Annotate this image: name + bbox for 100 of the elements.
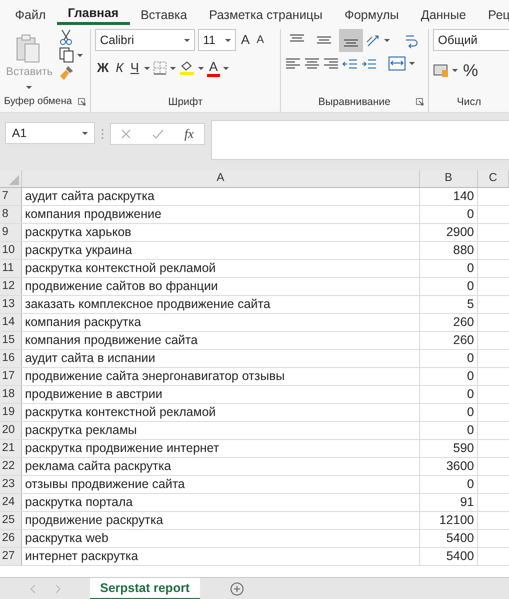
table-cell: 0 xyxy=(420,350,478,367)
table-cell: 0 xyxy=(420,206,478,223)
table-cell: заказать комплексное продвижение сайта xyxy=(22,296,420,313)
table-cell: 12100 xyxy=(420,512,478,529)
table-cell: 0 xyxy=(420,260,478,277)
increase-indent-icon[interactable] xyxy=(360,58,377,70)
number-format-field[interactable]: Общий xyxy=(433,29,509,51)
dialog-launcher-icon[interactable] xyxy=(416,98,424,106)
align-left-icon[interactable] xyxy=(284,57,301,70)
row-header[interactable]: 24 xyxy=(0,494,22,511)
table-cell: раскрутка харьков xyxy=(22,224,420,241)
underline-button[interactable]: Ч xyxy=(128,57,142,79)
row-header[interactable]: 10 xyxy=(0,242,22,259)
insert-function-button[interactable]: fx xyxy=(184,124,194,144)
clipboard-icon xyxy=(16,34,42,64)
dialog-launcher-icon[interactable] xyxy=(78,98,86,106)
currency-icon[interactable] xyxy=(433,63,449,78)
table-cell: 260 xyxy=(420,314,478,331)
copy-icon[interactable] xyxy=(58,47,74,63)
table-cell: 5 xyxy=(420,296,478,313)
row-header[interactable]: 19 xyxy=(0,404,22,421)
column-header[interactable]: A xyxy=(22,170,420,187)
row-header[interactable]: 26 xyxy=(0,530,22,547)
caret-icon[interactable] xyxy=(408,62,415,65)
row-header[interactable]: 11 xyxy=(0,260,22,277)
column-header[interactable]: B xyxy=(420,170,478,187)
name-box[interactable]: A1 xyxy=(5,122,95,144)
decrease-indent-icon[interactable] xyxy=(342,58,358,70)
font-size-field[interactable]: 11 xyxy=(198,29,236,51)
table-cell: 140 xyxy=(420,188,478,205)
grow-font-button[interactable]: A xyxy=(238,29,252,51)
formula-input[interactable] xyxy=(211,120,509,160)
table-cell: 0 xyxy=(420,422,478,439)
orientation-icon[interactable] xyxy=(366,34,381,48)
ribbon-tab[interactable]: Файл xyxy=(4,0,57,25)
add-sheet-icon[interactable] xyxy=(230,582,244,596)
vertical-align-button[interactable] xyxy=(338,29,363,52)
table-cell: раскрутка портала xyxy=(22,494,420,511)
row-header[interactable]: 13 xyxy=(0,296,22,313)
align-middle-icon xyxy=(316,36,332,44)
percent-button[interactable]: % xyxy=(461,57,480,84)
check-icon[interactable] xyxy=(152,129,164,139)
caret-icon[interactable] xyxy=(384,39,390,42)
align-center-icon[interactable] xyxy=(304,57,320,70)
table-cell: 0 xyxy=(420,404,478,421)
table-cell: раскрутка продвижение интернет xyxy=(22,440,420,457)
shrink-font-button[interactable]: A xyxy=(254,29,266,51)
caret-icon[interactable] xyxy=(170,66,176,70)
table-cell: продвижение раскрутка xyxy=(22,512,420,529)
row-header[interactable]: 12 xyxy=(0,278,22,295)
grip-icon[interactable] xyxy=(101,128,104,140)
caret-icon[interactable] xyxy=(198,66,204,70)
table-cell: раскрутка украина xyxy=(22,242,420,259)
merge-cells-icon[interactable] xyxy=(388,56,406,71)
row-header[interactable]: 18 xyxy=(0,386,22,403)
group-label: Буфер обмена xyxy=(4,96,72,107)
table-cell: 5400 xyxy=(420,530,478,547)
row-header[interactable]: 9 xyxy=(0,224,22,241)
row-header[interactable]: 25 xyxy=(0,512,22,529)
borders-icon[interactable] xyxy=(153,61,168,75)
row-header[interactable]: 23 xyxy=(0,476,22,493)
ribbon-tab[interactable]: Разметка страницы xyxy=(198,0,334,25)
caret-icon xyxy=(82,132,88,134)
table-cell: раскрутка web xyxy=(22,530,420,547)
row-header[interactable]: 20 xyxy=(0,422,22,439)
row-header[interactable]: 21 xyxy=(0,440,22,457)
font-name-field[interactable]: Calibri xyxy=(94,29,195,51)
italic-button[interactable]: К xyxy=(114,57,126,79)
caret-icon xyxy=(224,38,231,42)
ribbon-tab[interactable]: Данные xyxy=(410,0,478,25)
row-header[interactable]: 22 xyxy=(0,458,22,475)
table-cell: отзывы продвижение сайта xyxy=(22,476,420,493)
table-cell: раскрутка контекстной рекламой xyxy=(22,260,420,277)
table-cell: 260 xyxy=(420,332,478,349)
row-header[interactable]: 27 xyxy=(0,548,22,565)
align-right-icon[interactable] xyxy=(322,57,339,70)
table-cell: 0 xyxy=(420,368,478,385)
font-color-button[interactable]: A xyxy=(207,59,220,77)
row-header[interactable]: 17 xyxy=(0,368,22,385)
row-header[interactable]: 8 xyxy=(0,206,22,223)
column-header[interactable]: C xyxy=(478,170,509,187)
row-header[interactable]: 7 xyxy=(0,188,22,205)
row-header[interactable]: 16 xyxy=(0,350,22,367)
table-cell: 0 xyxy=(420,386,478,403)
caret-icon xyxy=(184,38,190,42)
caret-icon[interactable] xyxy=(144,66,150,70)
table-cell: продвижение сайтов во франции xyxy=(22,278,420,295)
table-cell: 0 xyxy=(420,476,478,493)
row-header[interactable]: 15 xyxy=(0,332,22,349)
table-cell: компания продвижение xyxy=(22,206,420,223)
ribbon-tab[interactable]: Вставка xyxy=(130,0,198,25)
caret-icon[interactable] xyxy=(222,66,229,70)
sheet-tab[interactable]: Serpstat report xyxy=(90,578,200,599)
table-cell: 91 xyxy=(420,494,478,511)
fill-color-icon[interactable] xyxy=(179,60,196,76)
bold-button[interactable]: Ж xyxy=(94,57,111,79)
ribbon-tab[interactable]: Формулы xyxy=(333,0,410,25)
caret-icon[interactable] xyxy=(452,69,458,72)
row-header[interactable]: 14 xyxy=(0,314,22,331)
caret-icon[interactable] xyxy=(76,54,83,56)
